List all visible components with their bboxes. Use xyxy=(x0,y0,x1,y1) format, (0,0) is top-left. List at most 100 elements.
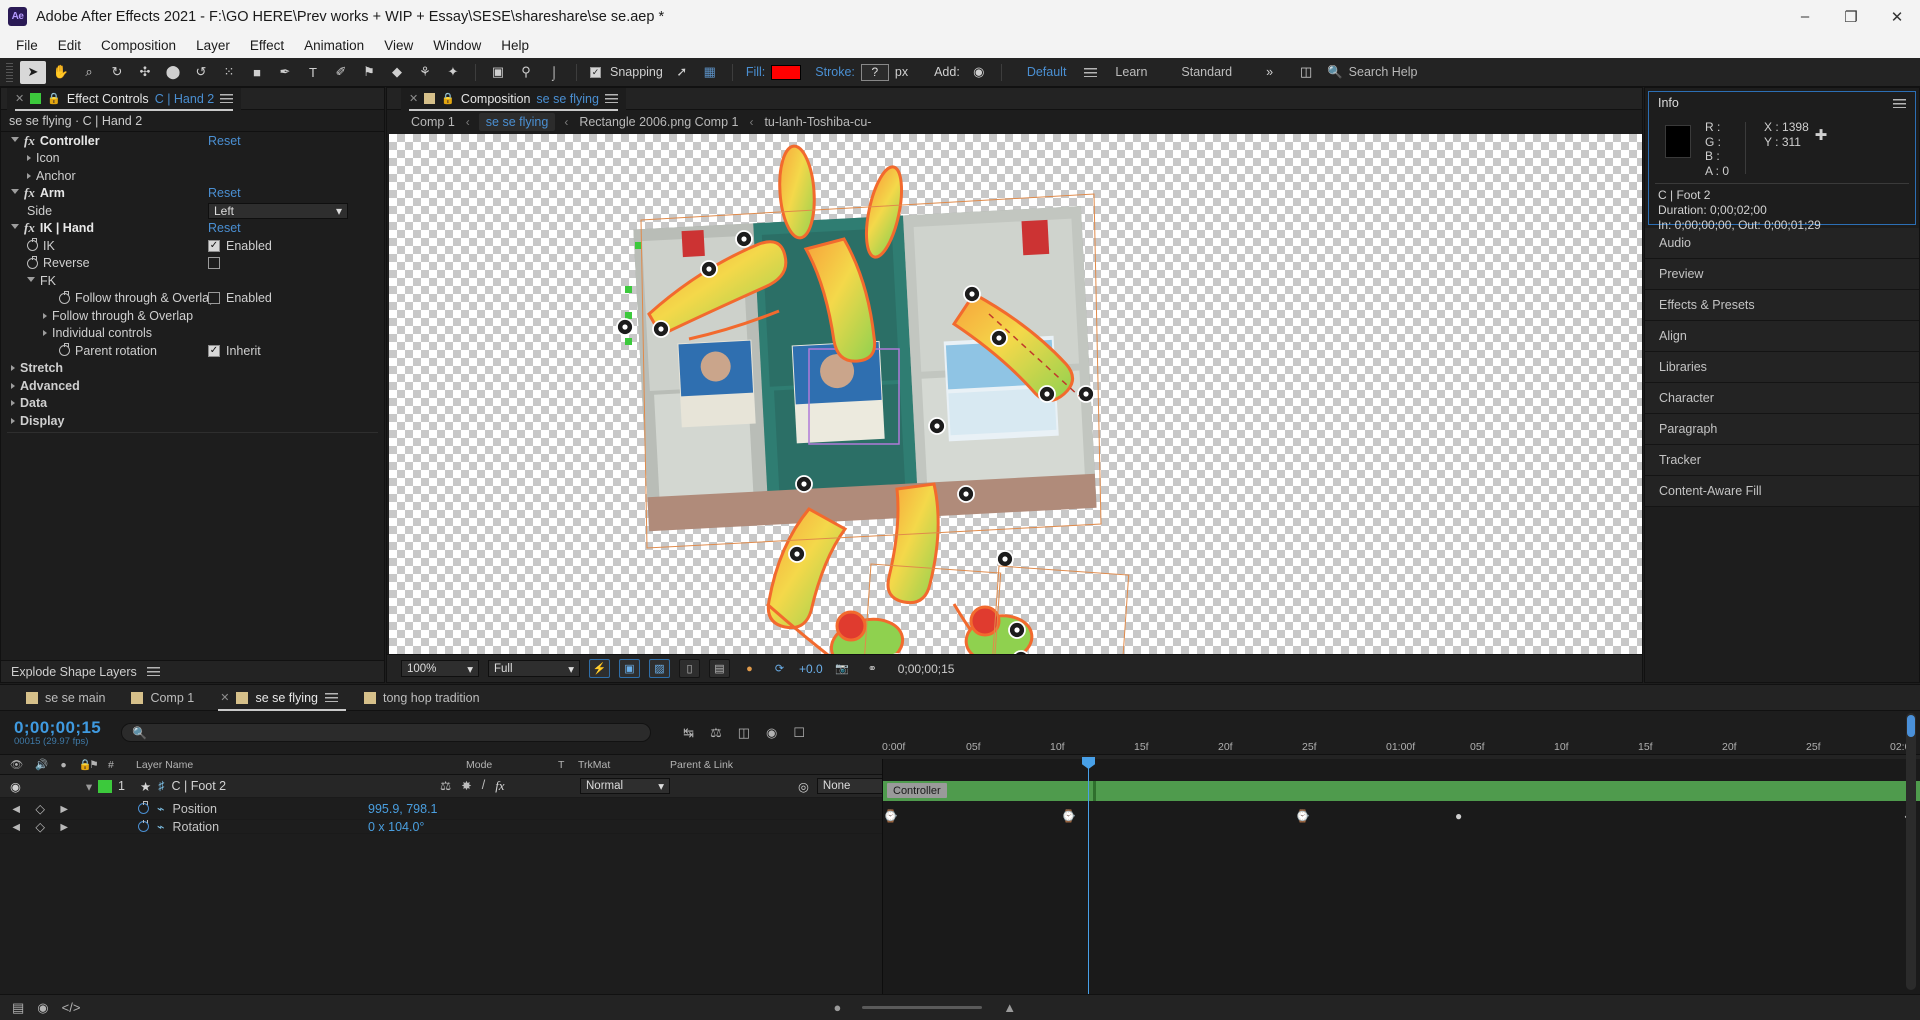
chevron-right-icon[interactable] xyxy=(43,330,47,336)
stopwatch-icon[interactable] xyxy=(59,293,70,304)
menu-item-composition[interactable]: Composition xyxy=(91,35,186,56)
reset-button[interactable]: Reset xyxy=(208,186,241,200)
type-icon[interactable]: T xyxy=(300,61,326,84)
lock-icon[interactable]: 🔒 xyxy=(441,92,455,105)
checkbox[interactable]: ✓ xyxy=(208,345,220,357)
puppet-position-icon[interactable]: ⚘ xyxy=(412,61,438,84)
clone-stamp-icon[interactable]: ⚑ xyxy=(356,61,382,84)
fx-icon[interactable]: fx xyxy=(495,778,504,794)
selection-icon[interactable]: ➤ xyxy=(20,61,46,84)
chevron-right-icon[interactable] xyxy=(11,418,15,424)
layer-mode-dropdown[interactable]: Normal▾ xyxy=(580,778,680,794)
shape-icon[interactable]: ■ xyxy=(244,61,270,84)
panel-menu-icon[interactable] xyxy=(1893,99,1906,108)
zoom-in-icon[interactable]: ▲ xyxy=(1003,1000,1016,1015)
menu-item-file[interactable]: File xyxy=(6,35,48,56)
menu-item-help[interactable]: Help xyxy=(491,35,539,56)
puppet-starch-icon[interactable]: ✦ xyxy=(440,61,466,84)
chevron-right-icon[interactable] xyxy=(11,365,15,371)
breadcrumb-item-0[interactable]: Comp 1 xyxy=(409,113,457,131)
pen-icon[interactable]: ✒ xyxy=(272,61,298,84)
minimize-button[interactable]: – xyxy=(1782,0,1828,33)
comp-timecode[interactable]: 0;00;00;15 xyxy=(898,662,955,676)
show-snapshot-icon[interactable]: ⚭ xyxy=(862,659,883,678)
draft-3d-icon[interactable]: ⚖ xyxy=(710,725,722,741)
checkbox[interactable]: ✓ xyxy=(208,292,220,304)
zoom-level-dropdown[interactable]: 100%▾ xyxy=(401,660,479,677)
close-icon[interactable]: ✕ xyxy=(409,92,418,105)
search-help[interactable]: 🔍 Search Help xyxy=(1327,65,1417,80)
effect-row-follow-through-overlap[interactable]: Follow through & Overlap xyxy=(1,307,384,325)
effect-row-ik[interactable]: IK✓Enabled xyxy=(1,237,384,255)
layer-switches-toggle-icon[interactable]: ▤ xyxy=(12,1000,24,1016)
current-time-block[interactable]: 0;00;00;15 00015 (29.97 fps) xyxy=(0,718,101,747)
keyframe-nav-2[interactable]: ◄ ◇ ► xyxy=(0,820,80,834)
add-menu-icon[interactable]: ◉ xyxy=(966,61,992,84)
hide-shy-layers-icon[interactable]: ◫ xyxy=(738,725,750,741)
dock-panel-content-aware-fill[interactable]: Content-Aware Fill xyxy=(1645,476,1919,507)
region-of-interest-icon[interactable]: ▣ xyxy=(619,659,640,678)
stroke-label[interactable]: Stroke: xyxy=(811,65,859,79)
unified-camera-icon[interactable]: ✣ xyxy=(132,61,158,84)
chevron-down-icon[interactable] xyxy=(11,224,19,232)
prev-keyframe-icon[interactable]: ◄ xyxy=(10,820,22,834)
panel-menu-icon[interactable] xyxy=(605,94,618,103)
effect-row-arm[interactable]: fxArmReset xyxy=(1,185,384,203)
menu-item-edit[interactable]: Edit xyxy=(48,35,91,56)
property-name-cell[interactable]: ⌁ Position xyxy=(138,801,368,816)
composition-mini-flowchart-icon[interactable]: ↹ xyxy=(683,725,694,741)
effect-row-icon[interactable]: Icon xyxy=(1,150,384,168)
workspace-learn[interactable]: Learn xyxy=(1099,65,1163,79)
panel-menu-icon[interactable] xyxy=(220,94,233,103)
tab-composition[interactable]: ✕ 🔒 Composition se se flying xyxy=(401,88,626,110)
effect-row-ik-hand[interactable]: fxIK | HandReset xyxy=(1,220,384,238)
expressions-toggle-icon[interactable]: </> xyxy=(62,1000,81,1015)
mask-interpolation-icon[interactable]: ▣ xyxy=(485,61,511,84)
side-dropdown[interactable]: Left▾ xyxy=(208,203,348,219)
stopwatch-icon[interactable] xyxy=(59,345,70,356)
video-toggle-icon[interactable]: ◉ xyxy=(10,779,21,794)
keyframe-nav[interactable]: ◄ ◇ ► xyxy=(0,801,80,816)
toolbar-grip[interactable] xyxy=(6,63,13,82)
layer-switch-icons[interactable]: ⚖ ✸ / fx xyxy=(440,778,580,794)
chevron-right-icon[interactable] xyxy=(43,313,47,319)
layer-duration-bar[interactable]: Controller xyxy=(883,781,1920,801)
puppet-bend-icon[interactable]: ⌡ xyxy=(541,61,567,84)
dock-panel-character[interactable]: Character xyxy=(1645,383,1919,414)
panel-menu-icon[interactable] xyxy=(325,693,338,702)
timeline-zoom-slider[interactable] xyxy=(862,1006,982,1009)
prev-keyframe-icon[interactable]: ◄ xyxy=(10,802,22,816)
multi-view-icon[interactable]: ▤ xyxy=(709,659,730,678)
zoom-icon[interactable]: ⌕ xyxy=(76,61,102,84)
timeline-tab-se-se-flying[interactable]: ✕se se flying xyxy=(208,685,350,711)
collapse-transform-icon[interactable]: ⚖ xyxy=(440,778,451,794)
dock-panel-preview[interactable]: Preview xyxy=(1645,259,1919,290)
timeline-tab-comp-1[interactable]: Comp 1 xyxy=(119,685,206,711)
current-timecode[interactable]: 0;00;00;15 xyxy=(0,718,101,738)
menu-item-animation[interactable]: Animation xyxy=(294,35,374,56)
motion-blur-icon[interactable]: ◉ xyxy=(766,725,777,741)
chevron-right-icon[interactable] xyxy=(27,155,31,161)
maximize-button[interactable]: ❐ xyxy=(1828,0,1874,33)
checkbox[interactable]: ✓ xyxy=(208,240,220,252)
transparency-grid-icon[interactable]: ▨ xyxy=(649,659,670,678)
close-icon[interactable]: ✕ xyxy=(220,691,229,704)
workspace-menu-icon[interactable] xyxy=(1084,68,1097,77)
layer-switches[interactable]: ◉ xyxy=(0,779,80,794)
exposure-value[interactable]: +0.0 xyxy=(799,662,823,676)
workspace-overflow-icon[interactable]: » xyxy=(1262,65,1277,79)
stopwatch-icon[interactable] xyxy=(138,821,149,832)
chevron-down-icon[interactable] xyxy=(11,137,19,145)
hand-icon[interactable]: ✋ xyxy=(48,61,74,84)
chevron-down-icon[interactable] xyxy=(11,189,19,197)
effect-row-parent-rotation[interactable]: Parent rotation✓Inherit xyxy=(1,342,384,360)
resolution-dropdown[interactable]: Full▾ xyxy=(488,660,580,677)
timeline-tab-tong-hop-tradition[interactable]: tong hop tradition xyxy=(352,685,492,711)
timeline-tracks[interactable]: Controller ⌚ ⌚ ⌚ ● ◆ xyxy=(882,759,1920,994)
dock-panel-effects-presets[interactable]: Effects & Presets xyxy=(1645,290,1919,321)
stopwatch-icon[interactable] xyxy=(138,803,149,814)
breadcrumb-item-1[interactable]: se se flying xyxy=(479,113,556,131)
quality-icon[interactable]: ✸ xyxy=(461,778,471,794)
menu-item-layer[interactable]: Layer xyxy=(186,35,240,56)
workspace-standard[interactable]: Standard xyxy=(1165,65,1248,79)
